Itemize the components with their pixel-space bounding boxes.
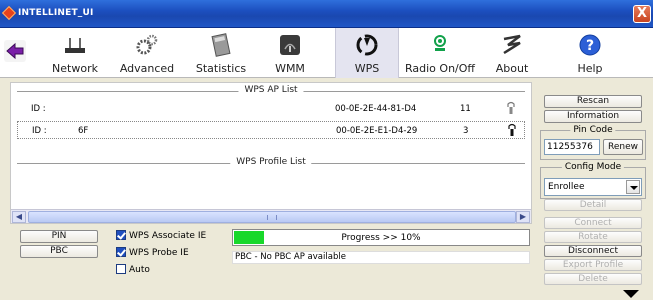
pin-code-group: Pin Code 11255376 Renew bbox=[540, 125, 646, 160]
toolbar-radio-label: Radio On/Off bbox=[405, 62, 475, 75]
title-bar: INTELLINET_UI X bbox=[0, 0, 653, 28]
export-profile-button[interactable]: Export Profile bbox=[544, 259, 642, 271]
wps-ap-list-header: WPS AP List bbox=[11, 85, 531, 97]
toolbar-radio-onoff[interactable]: Radio On/Off bbox=[402, 28, 478, 78]
disconnect-button[interactable]: Disconnect bbox=[544, 245, 642, 257]
config-mode-value: Enrollee bbox=[548, 182, 585, 192]
progress-text: Progress >> 10% bbox=[341, 233, 421, 243]
checkbox-checked-icon bbox=[116, 247, 126, 257]
rescan-button[interactable]: Rescan bbox=[544, 95, 642, 108]
wps-ap-list-caption: WPS AP List bbox=[238, 85, 304, 95]
renew-button[interactable]: Renew bbox=[603, 139, 643, 155]
svg-text:?: ? bbox=[586, 38, 594, 54]
pin-code-field[interactable]: 11255376 bbox=[544, 139, 600, 155]
unlock-icon bbox=[507, 101, 515, 114]
toolbar-wmm[interactable]: WMM bbox=[260, 28, 320, 78]
window-title: INTELLINET_UI bbox=[18, 8, 94, 18]
toolbar-statistics[interactable]: Statistics bbox=[186, 28, 256, 78]
auto-checkbox[interactable]: Auto bbox=[116, 264, 150, 275]
toolbar-advanced-label: Advanced bbox=[119, 62, 175, 75]
close-button[interactable]: X bbox=[633, 5, 651, 23]
ap-id-label: ID : bbox=[32, 126, 47, 136]
wps-associate-ie-checkbox[interactable]: WPS Associate IE bbox=[116, 230, 206, 241]
toolbar-network[interactable]: Network bbox=[42, 28, 108, 78]
wps-icon bbox=[356, 34, 378, 56]
scroll-thumb[interactable] bbox=[28, 211, 516, 223]
gears-icon bbox=[136, 34, 158, 55]
horizontal-scrollbar[interactable]: ◀ ▶ bbox=[11, 209, 531, 223]
toolbar-wmm-label: WMM bbox=[275, 62, 305, 75]
toolbar-about-label: About bbox=[495, 62, 529, 75]
delete-button[interactable]: Delete bbox=[544, 273, 642, 285]
chevron-down-icon[interactable] bbox=[626, 180, 640, 194]
checkbox-checked-icon bbox=[116, 230, 126, 240]
toolbar-wps-label: WPS bbox=[354, 62, 380, 75]
ap-row[interactable]: ID : 6F 00-0E-2E-E1-D4-29 3 bbox=[17, 121, 525, 139]
wps-progress-bar: Progress >> 10% bbox=[232, 229, 530, 246]
ap-channel: 3 bbox=[463, 126, 469, 136]
scroll-right-icon[interactable]: ▶ bbox=[516, 211, 530, 223]
toolbar-about[interactable]: About bbox=[484, 28, 540, 78]
toolbar-wps[interactable]: WPS bbox=[335, 28, 399, 78]
pin-button[interactable]: PIN bbox=[20, 230, 98, 243]
toolbar: Network Advanced Statistics WMM WPS Radi… bbox=[0, 28, 653, 78]
auto-label: Auto bbox=[129, 265, 150, 275]
wps-profile-list-header: WPS Profile List bbox=[11, 157, 531, 169]
ap-ssid: 6F bbox=[78, 126, 89, 136]
lock-icon bbox=[508, 123, 516, 136]
ap-id-label: ID : bbox=[31, 104, 46, 114]
about-icon bbox=[503, 34, 521, 55]
toolbar-network-label: Network bbox=[52, 62, 98, 75]
ap-mac: 00-0E-2E-E1-D4-29 bbox=[336, 126, 418, 136]
app-logo-icon bbox=[1, 5, 17, 21]
config-mode-caption: Config Mode bbox=[561, 162, 625, 172]
rotate-button[interactable]: Rotate bbox=[544, 231, 642, 243]
wmm-icon bbox=[280, 35, 300, 55]
wps-lists-panel: WPS AP List ID : 00-0E-2E-44-81-D4 11 ID… bbox=[10, 82, 532, 224]
toolbar-advanced[interactable]: Advanced bbox=[112, 28, 182, 78]
detail-button[interactable]: Detail bbox=[544, 199, 642, 211]
scroll-left-icon[interactable]: ◀ bbox=[12, 211, 26, 223]
toolbar-help-label: Help bbox=[577, 62, 603, 75]
connect-button[interactable]: Connect bbox=[544, 217, 642, 229]
radio-icon bbox=[434, 35, 446, 51]
wps-status-text: PBC - No PBC AP available bbox=[232, 251, 530, 264]
pin-code-caption: Pin Code bbox=[570, 125, 616, 135]
expand-down-icon[interactable] bbox=[623, 290, 639, 298]
config-mode-group: Config Mode Enrollee bbox=[540, 162, 646, 199]
back-arrow-icon[interactable] bbox=[4, 40, 26, 62]
network-icon bbox=[65, 38, 85, 53]
information-button[interactable]: Information bbox=[544, 110, 642, 123]
config-mode-select[interactable]: Enrollee bbox=[544, 178, 642, 196]
ap-mac: 00-0E-2E-44-81-D4 bbox=[335, 104, 417, 114]
toolbar-statistics-label: Statistics bbox=[195, 62, 247, 75]
checkbox-unchecked-icon bbox=[116, 264, 126, 274]
ap-channel: 11 bbox=[460, 104, 471, 114]
calculator-icon bbox=[211, 33, 231, 57]
toolbar-help[interactable]: ? Help bbox=[560, 28, 620, 78]
wps-probe-ie-label: WPS Probe IE bbox=[129, 248, 189, 258]
pbc-button[interactable]: PBC bbox=[20, 245, 98, 258]
wps-profile-list-caption: WPS Profile List bbox=[230, 157, 312, 167]
wps-probe-ie-checkbox[interactable]: WPS Probe IE bbox=[116, 247, 189, 258]
help-icon: ? bbox=[579, 34, 601, 56]
ap-row[interactable]: ID : 00-0E-2E-44-81-D4 11 bbox=[17, 100, 525, 118]
wps-associate-ie-label: WPS Associate IE bbox=[129, 231, 207, 241]
